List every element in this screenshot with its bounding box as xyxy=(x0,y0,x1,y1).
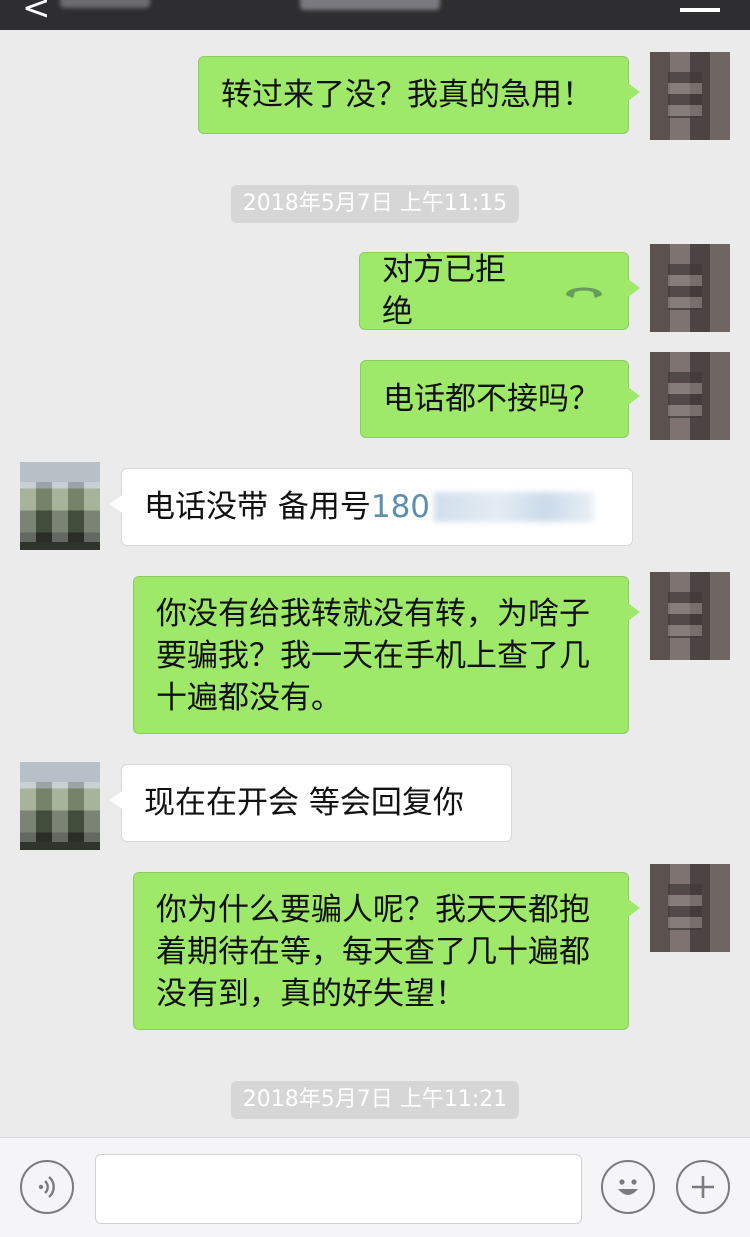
message-text: 电话都不接吗？ xyxy=(383,381,600,417)
back-label-blurred xyxy=(60,0,150,8)
my-avatar[interactable] xyxy=(650,244,730,332)
message-text: 电话没带 备用号 xyxy=(144,489,371,525)
message-input[interactable] xyxy=(95,1154,582,1224)
more-menu-icon[interactable] xyxy=(680,0,720,12)
emoji-icon[interactable] xyxy=(601,1160,655,1214)
message-line: 要骗我？我一天在手机上查了几 xyxy=(156,638,590,674)
message-bubble-sent[interactable]: 电话都不接吗？ xyxy=(360,360,640,438)
timestamp: 2018年5月7日 上午11:15 xyxy=(230,185,520,223)
message-text: 转过来了没？我真的急用！ xyxy=(221,77,593,113)
message-line: 十遍都没有。 xyxy=(156,680,342,716)
phone-number-blurred xyxy=(434,492,595,522)
message-bubble-sent[interactable]: 你没有给我转就没有转，为啥子 要骗我？我一天在手机上查了几 十遍都没有。 xyxy=(133,576,640,734)
message-line: 着期待在等，每天查了几十遍都 xyxy=(156,934,590,970)
contact-avatar[interactable] xyxy=(20,762,100,850)
voice-icon[interactable] xyxy=(20,1160,74,1214)
contact-avatar[interactable] xyxy=(20,462,100,550)
message-bubble-received[interactable]: 现在在开会 等会回复你 xyxy=(110,764,512,842)
my-avatar[interactable] xyxy=(650,52,730,140)
message-text: 现在在开会 等会回复你 xyxy=(144,785,464,821)
message-bubble-sent[interactable]: 转过来了没？我真的急用！ xyxy=(198,56,640,134)
my-avatar[interactable] xyxy=(650,864,730,952)
phone-number-link[interactable]: 180 xyxy=(371,486,430,528)
message-line: 你为什么要骗人呢？我天天都抱 xyxy=(156,892,590,928)
chat-title-blurred xyxy=(300,0,440,10)
message-bubble-call-declined[interactable]: 对方已拒绝 xyxy=(359,252,640,330)
message-bubble-received[interactable]: 电话没带 备用号 180 xyxy=(110,468,633,546)
my-avatar[interactable] xyxy=(650,352,730,440)
message-text: 对方已拒绝 xyxy=(382,252,506,330)
chat-input-bar xyxy=(0,1137,750,1237)
message-line: 你没有给我转就没有转，为啥子 xyxy=(156,596,590,632)
message-line: 没有到，真的好失望！ xyxy=(156,976,466,1012)
timestamp: 2018年5月7日 上午11:21 xyxy=(230,1081,520,1119)
my-avatar[interactable] xyxy=(650,572,730,660)
message-bubble-sent[interactable]: 你为什么要骗人呢？我天天都抱 着期待在等，每天查了几十遍都 没有到，真的好失望！ xyxy=(133,872,640,1030)
title-bar: < xyxy=(0,0,750,30)
phone-hangup-icon xyxy=(562,270,606,312)
add-icon[interactable] xyxy=(676,1160,730,1214)
back-icon[interactable]: < xyxy=(22,0,51,28)
